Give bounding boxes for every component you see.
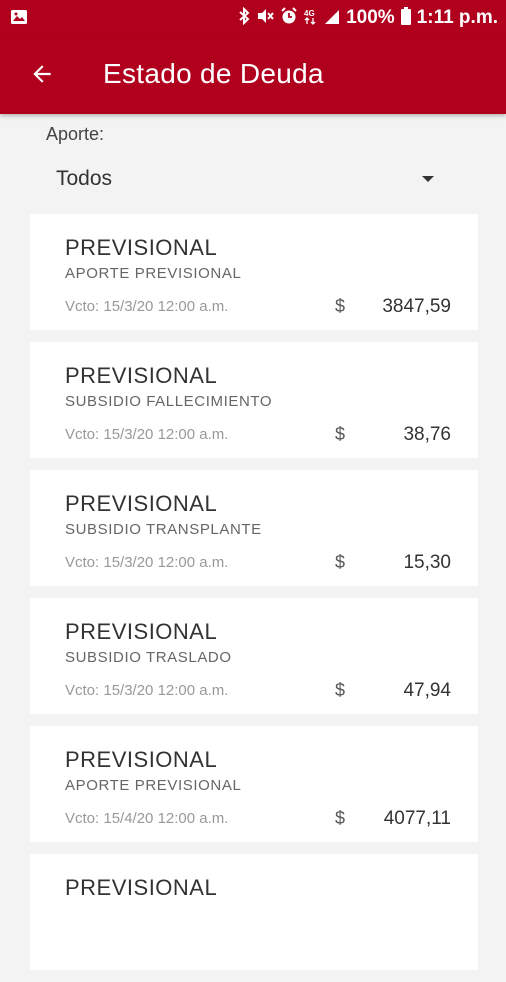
debt-currency: $: [335, 680, 346, 700]
debt-title: PREVISIONAL: [65, 363, 218, 388]
debt-due-date: Vcto: 15/3/20 12:00 a.m.: [65, 426, 229, 443]
aporte-dropdown[interactable]: Todos: [46, 160, 446, 200]
debt-due-date: Vcto: 15/3/20 12:00 a.m.: [65, 682, 229, 699]
svg-text:4G: 4G: [304, 9, 315, 18]
dropdown-arrow-icon: [422, 176, 434, 182]
debt-due-date: Vcto: 15/3/20 12:00 a.m.: [65, 554, 229, 571]
debt-amount: 4077,11: [383, 808, 451, 829]
debt-amount: 47,94: [403, 680, 451, 701]
signal-icon: [324, 7, 340, 29]
debt-title: PREVISIONAL: [65, 875, 218, 900]
debt-amount: 15,30: [403, 552, 451, 573]
battery-icon: [400, 7, 411, 29]
page-title: Estado de Deuda: [103, 58, 324, 89]
debt-subtitle: SUBSIDIO FALLECIMIENTO: [65, 393, 273, 410]
dropdown-selected-value: Todos: [56, 167, 113, 190]
debt-currency: $: [335, 808, 346, 828]
debt-card[interactable]: PREVISIONAL APORTE PREVISIONAL Vcto: 15/…: [30, 214, 478, 330]
filter-label: Aporte:: [46, 124, 105, 144]
app-bar: Estado de Deuda: [0, 36, 506, 114]
debt-card[interactable]: PREVISIONAL SUBSIDIO TRASLADO Vcto: 15/3…: [30, 598, 478, 714]
debt-currency: $: [335, 296, 346, 316]
debt-title: PREVISIONAL: [65, 619, 218, 644]
battery-text: 100%: [346, 7, 395, 28]
debt-card[interactable]: PREVISIONAL SUBSIDIO FALLECIMIENTO Vcto:…: [30, 342, 478, 458]
bluetooth-icon: [238, 6, 250, 29]
debt-subtitle: APORTE PREVISIONAL: [65, 777, 242, 794]
debt-amount: 3847,59: [382, 296, 451, 317]
mute-icon: [256, 7, 274, 29]
debt-card[interactable]: PREVISIONAL: [30, 854, 478, 970]
network-4g-icon: 4G: [304, 7, 318, 29]
image-icon: [10, 9, 28, 30]
debt-list: PREVISIONAL APORTE PREVISIONAL Vcto: 15/…: [30, 214, 478, 982]
debt-title: PREVISIONAL: [65, 747, 218, 772]
debt-card[interactable]: PREVISIONAL SUBSIDIO TRANSPLANTE Vcto: 1…: [30, 470, 478, 586]
debt-subtitle: APORTE PREVISIONAL: [65, 265, 242, 282]
debt-title: PREVISIONAL: [65, 235, 218, 260]
debt-amount: 38,76: [403, 424, 451, 445]
debt-due-date: Vcto: 15/4/20 12:00 a.m.: [65, 810, 229, 827]
alarm-icon: [280, 7, 298, 29]
debt-currency: $: [335, 424, 346, 444]
debt-currency: $: [335, 552, 346, 572]
debt-subtitle: SUBSIDIO TRASLADO: [65, 649, 232, 666]
debt-subtitle: SUBSIDIO TRANSPLANTE: [65, 521, 262, 538]
status-time: 1:11 p.m.: [416, 7, 498, 28]
debt-card[interactable]: PREVISIONAL APORTE PREVISIONAL Vcto: 15/…: [30, 726, 478, 842]
debt-title: PREVISIONAL: [65, 491, 218, 516]
arrow-back-icon: [33, 65, 51, 83]
back-button[interactable]: [22, 54, 62, 94]
debt-due-date: Vcto: 15/3/20 12:00 a.m.: [65, 298, 229, 315]
status-bar: 4G 100% 1:11 p.m.: [0, 0, 506, 36]
